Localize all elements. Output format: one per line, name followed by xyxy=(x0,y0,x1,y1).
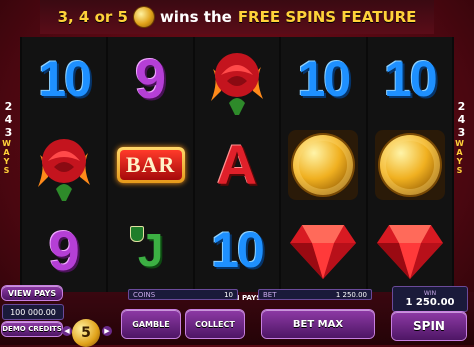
symbol-ten: 10 xyxy=(211,222,265,279)
symbol-nine: 9 xyxy=(48,218,80,282)
coins-field[interactable]: COINS 10 xyxy=(128,289,238,300)
ways-label: WAYS xyxy=(2,139,11,175)
collect-button[interactable]: COLLECT xyxy=(186,310,244,338)
demo-credits-button[interactable]: DEMO CREDITS xyxy=(2,322,62,336)
symbol-rose-icon xyxy=(22,123,106,207)
reel-5: 10 xyxy=(367,37,453,292)
spin-button[interactable]: SPIN xyxy=(392,312,466,340)
credits-display: 100 000.00 xyxy=(2,304,64,320)
symbol-bar: BAR xyxy=(108,123,192,207)
symbol-diamond-icon xyxy=(368,208,452,292)
coin-increase-icon[interactable]: ▶ xyxy=(102,326,112,336)
symbol-ten: 10 xyxy=(384,50,438,107)
scatter-coin-icon xyxy=(133,7,154,27)
free-spins-banner: 3, 4 or 5 wins the FREE SPINS FEATURE xyxy=(40,0,434,34)
symbol-gold-coin-icon xyxy=(368,123,452,207)
coin-value-selector[interactable]: 5 xyxy=(72,319,100,347)
gamble-button[interactable]: GAMBLE xyxy=(122,310,180,338)
coins-label: COINS xyxy=(133,290,156,299)
ways-count: 243 xyxy=(455,100,468,139)
shield-icon xyxy=(130,226,145,243)
win-label: WIN xyxy=(423,290,437,297)
bet-label: BET xyxy=(263,290,277,299)
symbol-ace: A xyxy=(216,133,258,196)
bet-value: 1 250.00 xyxy=(335,290,367,299)
banner-feature: FREE SPINS FEATURE xyxy=(237,8,417,26)
bar-label: BAR xyxy=(119,149,182,180)
symbol-diamond-icon xyxy=(281,208,365,292)
ways-count: 243 xyxy=(2,100,15,139)
symbol-nine: 9 xyxy=(135,47,167,111)
banner-prefix: 3, 4 or 5 xyxy=(57,8,128,26)
symbol-gold-coin-icon xyxy=(281,123,365,207)
reel-4: 10 xyxy=(281,37,366,292)
symbol-ten: 10 xyxy=(38,50,92,107)
bet-field[interactable]: BET 1 250.00 xyxy=(258,289,372,300)
win-display: WIN 1 250.00 xyxy=(392,286,468,312)
reel-grid: 10 9 9 BAR J A 10 10 10 xyxy=(20,37,454,292)
symbol-jack: J xyxy=(108,208,192,292)
symbol-ten: 10 xyxy=(297,50,352,107)
banner-suffix: wins the xyxy=(159,8,232,26)
reel-2: 9 BAR J xyxy=(108,37,193,292)
ways-label: WAYS xyxy=(455,139,464,175)
coins-value: 10 xyxy=(224,290,233,299)
coin-decrease-icon[interactable]: ◀ xyxy=(62,326,72,336)
reel-3: A 10 xyxy=(194,37,280,292)
symbol-rose-icon xyxy=(195,37,279,121)
ways-indicator-left: 243 WAYS xyxy=(2,100,20,178)
ways-indicator-right: 243 WAYS xyxy=(455,100,473,178)
view-pays-button[interactable]: VIEW PAYS xyxy=(2,286,62,300)
bet-max-button[interactable]: BET MAX xyxy=(262,310,374,338)
reel-1: 10 9 xyxy=(22,37,107,292)
win-value: 1 250.00 xyxy=(405,297,455,308)
